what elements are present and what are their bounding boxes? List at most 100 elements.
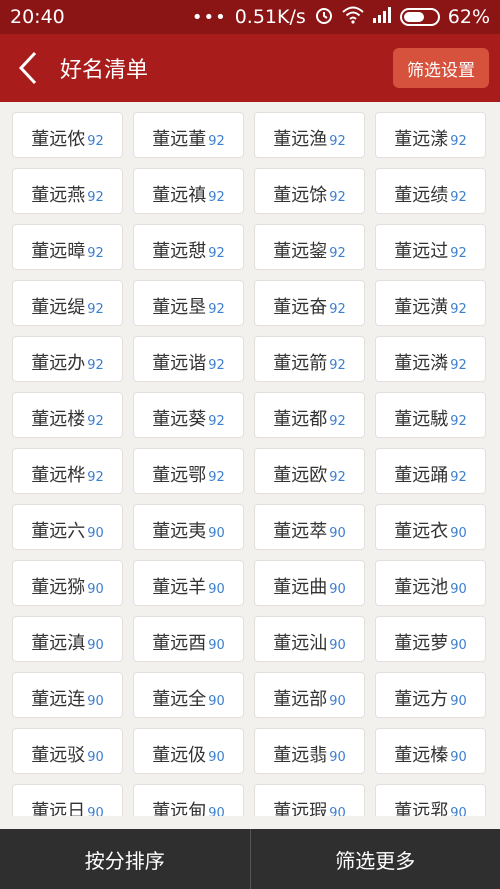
name-cell[interactable]: 董远六 90 bbox=[12, 504, 123, 550]
filter-more-button[interactable]: 筛选更多 bbox=[251, 829, 500, 889]
name-score: 92 bbox=[450, 246, 467, 261]
name-cell[interactable]: 董远垦 92 bbox=[133, 280, 244, 326]
name-cell[interactable]: 董远潢 92 bbox=[375, 280, 486, 326]
back-button[interactable] bbox=[0, 34, 56, 102]
name-text: 董远燕 bbox=[31, 185, 86, 206]
name-cell[interactable]: 董远葵 92 bbox=[133, 392, 244, 438]
name-cell[interactable]: 董远驳 90 bbox=[12, 728, 123, 774]
name-text: 董远憇 bbox=[152, 241, 207, 262]
name-score: 92 bbox=[450, 134, 467, 149]
name-score: 92 bbox=[208, 302, 225, 317]
name-grid: 董远侬 92 董远董 92 董远渔 92 董远漾 92 董远燕 92 董远禛 92 董远馀 92 董远绩 92… bbox=[12, 112, 490, 816]
chevron-left-icon bbox=[18, 51, 37, 85]
name-cell[interactable]: 董远过 92 bbox=[375, 224, 486, 270]
name-cell[interactable]: 董远榛 90 bbox=[375, 728, 486, 774]
name-cell[interactable]: 董远滇 90 bbox=[12, 616, 123, 662]
name-text: 董远榛 bbox=[394, 745, 449, 766]
name-score: 92 bbox=[450, 190, 467, 205]
name-text: 董远衣 bbox=[394, 521, 449, 542]
name-cell[interactable]: 董远憇 92 bbox=[133, 224, 244, 270]
filter-settings-button[interactable]: 筛选设置 bbox=[393, 48, 489, 88]
sort-by-score-button[interactable]: 按分排序 bbox=[0, 829, 250, 889]
name-cell[interactable]: 董远缇 92 bbox=[12, 280, 123, 326]
name-score: 92 bbox=[87, 414, 104, 429]
battery-fill bbox=[403, 12, 424, 22]
name-text: 董远董 bbox=[152, 129, 207, 150]
name-score: 92 bbox=[87, 358, 104, 373]
name-cell[interactable]: 董远郛 90 bbox=[375, 784, 486, 816]
name-text: 董远甸 bbox=[152, 801, 207, 816]
name-cell[interactable]: 董远鋆 92 bbox=[254, 224, 365, 270]
name-text: 董远漾 bbox=[394, 129, 449, 150]
name-cell[interactable]: 董远暲 92 bbox=[12, 224, 123, 270]
more-dots-icon: ••• bbox=[191, 6, 227, 28]
name-cell[interactable]: 董远猕 90 bbox=[12, 560, 123, 606]
name-cell[interactable]: 董远都 92 bbox=[254, 392, 365, 438]
name-score: 92 bbox=[87, 246, 104, 261]
name-text: 董远羊 bbox=[152, 577, 207, 598]
name-cell[interactable]: 董远萝 90 bbox=[375, 616, 486, 662]
name-text: 董远夷 bbox=[152, 521, 207, 542]
name-cell[interactable]: 董远桦 92 bbox=[12, 448, 123, 494]
status-bar: 20:40 ••• 0.51K/s 62% bbox=[0, 0, 500, 34]
name-cell[interactable]: 董远全 90 bbox=[133, 672, 244, 718]
battery-icon bbox=[399, 8, 440, 26]
name-cell[interactable]: 董远馀 92 bbox=[254, 168, 365, 214]
name-score: 92 bbox=[450, 470, 467, 485]
name-cell[interactable]: 董远绩 92 bbox=[375, 168, 486, 214]
name-cell[interactable]: 董远箭 92 bbox=[254, 336, 365, 382]
name-cell[interactable]: 董远踊 92 bbox=[375, 448, 486, 494]
name-text: 董远欧 bbox=[273, 465, 328, 486]
name-cell[interactable]: 董远駥 92 bbox=[375, 392, 486, 438]
name-score: 90 bbox=[329, 694, 346, 709]
name-cell[interactable]: 董远方 90 bbox=[375, 672, 486, 718]
name-cell[interactable]: 董远董 92 bbox=[133, 112, 244, 158]
name-cell[interactable]: 董远甸 90 bbox=[133, 784, 244, 816]
name-cell[interactable]: 董远鄂 92 bbox=[133, 448, 244, 494]
name-text: 董远池 bbox=[394, 577, 449, 598]
name-cell[interactable]: 董远羊 90 bbox=[133, 560, 244, 606]
name-cell[interactable]: 董远办 92 bbox=[12, 336, 123, 382]
name-cell[interactable]: 董远渔 92 bbox=[254, 112, 365, 158]
name-score: 90 bbox=[208, 694, 225, 709]
name-cell[interactable]: 董远楼 92 bbox=[12, 392, 123, 438]
name-score: 90 bbox=[208, 582, 225, 597]
name-text: 董远绩 bbox=[394, 185, 449, 206]
name-cell[interactable]: 董远瑕 90 bbox=[254, 784, 365, 816]
name-cell[interactable]: 董远连 90 bbox=[12, 672, 123, 718]
name-text: 董远驳 bbox=[31, 745, 86, 766]
name-text: 董远渔 bbox=[273, 129, 328, 150]
name-score: 92 bbox=[208, 358, 225, 373]
name-cell[interactable]: 董远漾 92 bbox=[375, 112, 486, 158]
name-text: 董远葵 bbox=[152, 409, 207, 430]
name-cell[interactable]: 董远奋 92 bbox=[254, 280, 365, 326]
name-text: 董远箭 bbox=[273, 353, 328, 374]
name-cell[interactable]: 董远夷 90 bbox=[133, 504, 244, 550]
name-cell[interactable]: 董远伋 90 bbox=[133, 728, 244, 774]
name-score: 92 bbox=[208, 246, 225, 261]
name-score: 90 bbox=[87, 582, 104, 597]
name-cell[interactable]: 董远衣 90 bbox=[375, 504, 486, 550]
name-cell[interactable]: 董远翡 90 bbox=[254, 728, 365, 774]
name-cell[interactable]: 董远谐 92 bbox=[133, 336, 244, 382]
name-text: 董远楼 bbox=[31, 409, 86, 430]
name-cell[interactable]: 董远禛 92 bbox=[133, 168, 244, 214]
name-cell[interactable]: 董远欧 92 bbox=[254, 448, 365, 494]
name-cell[interactable]: 董远酉 90 bbox=[133, 616, 244, 662]
name-score: 92 bbox=[329, 414, 346, 429]
name-text: 董远鄂 bbox=[152, 465, 207, 486]
name-cell[interactable]: 董远日 90 bbox=[12, 784, 123, 816]
name-cell[interactable]: 董远汕 90 bbox=[254, 616, 365, 662]
name-text: 董远六 bbox=[31, 521, 86, 542]
name-cell[interactable]: 董远潾 92 bbox=[375, 336, 486, 382]
name-cell[interactable]: 董远部 90 bbox=[254, 672, 365, 718]
name-cell[interactable]: 董远侬 92 bbox=[12, 112, 123, 158]
name-cell[interactable]: 董远曲 90 bbox=[254, 560, 365, 606]
name-score: 90 bbox=[450, 582, 467, 597]
name-cell[interactable]: 董远燕 92 bbox=[12, 168, 123, 214]
name-score: 90 bbox=[450, 750, 467, 765]
name-text: 董远谐 bbox=[152, 353, 207, 374]
bottom-bar: 按分排序 筛选更多 bbox=[0, 829, 500, 889]
name-cell[interactable]: 董远池 90 bbox=[375, 560, 486, 606]
name-cell[interactable]: 董远萃 90 bbox=[254, 504, 365, 550]
